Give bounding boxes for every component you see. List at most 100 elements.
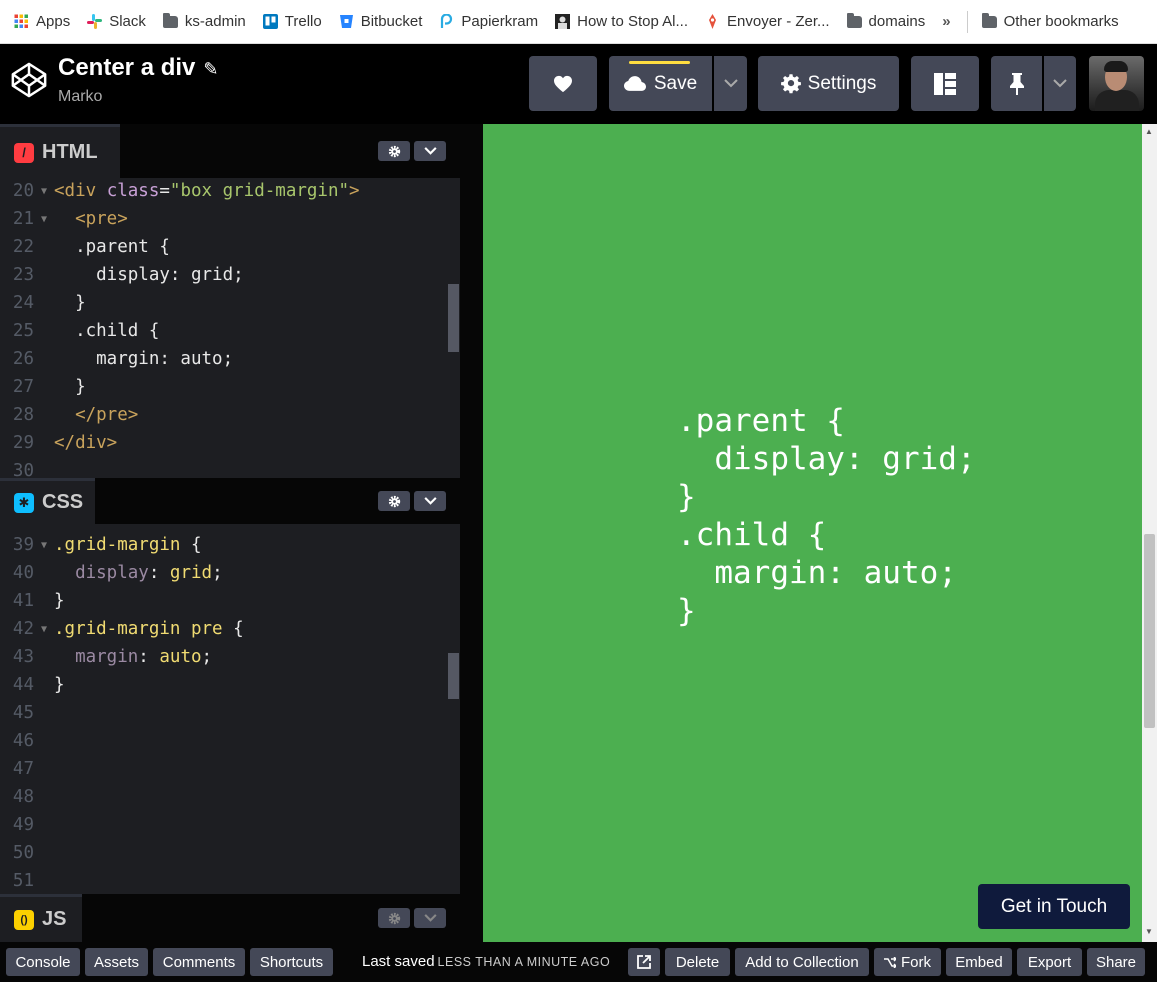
html-panel-header: / HTML [0,124,460,178]
js-collapse-button[interactable] [414,908,446,928]
tab-js[interactable]: () JS [0,894,82,942]
pen-title-text: Center a div [58,54,196,81]
tab-css[interactable]: ✱ CSS [0,478,95,524]
folder-icon [162,12,178,29]
open-external-button[interactable] [628,948,660,976]
code-token: class [106,181,160,201]
bookmark-item[interactable]: Slack [87,13,146,30]
bookmarks-list: Apps Slack ks-admin Trello Bitbucket Papierkr… [14,12,942,30]
code-token: <pre> [54,209,128,229]
bookmark-label: Trello [284,13,322,30]
js-panel-header: () JS [0,894,460,942]
edit-pencil-icon[interactable]: ✎ [203,59,218,80]
apps-grid-icon [14,14,29,29]
bookmark-item[interactable]: Bitbucket [339,13,423,30]
comments-button[interactable]: Comments [153,948,245,976]
css-editor-scrollbar[interactable] [448,653,459,699]
code-text: } [54,591,65,611]
code-text: </pre> [54,405,138,425]
code-token: </div> [54,433,118,453]
fork-button[interactable]: Fork [874,948,941,976]
folder-icon [981,12,997,29]
fork-icon [884,956,896,968]
fold-toggle-icon[interactable]: ▼ [34,214,54,225]
code-line: 40 display: grid; [0,559,223,587]
code-line: 28 </pre> [0,401,138,429]
code-line: 29 </div> [0,429,117,457]
bookmark-item[interactable]: Trello [262,13,322,30]
result-scrollbar-thumb[interactable] [1144,534,1155,728]
fold-toggle-icon[interactable]: ▼ [34,186,54,197]
html-editor-scrollbar[interactable] [448,284,459,352]
trello-icon [262,14,278,29]
change-view-button[interactable] [911,56,979,111]
bookmark-item[interactable]: Apps [14,13,70,30]
result-iframe[interactable]: .parent { display: grid; } .child { marg… [483,124,1142,942]
tab-html[interactable]: / HTML [0,124,120,178]
html-settings-button[interactable] [378,141,410,161]
code-token: ; [212,563,223,583]
bookmark-label: Bitbucket [360,13,423,30]
bookmark-label: Papierkram [461,13,539,30]
code-text: </div> [54,433,117,453]
code-token: grid [169,563,213,583]
bookmarks-overflow-button[interactable]: » [942,13,950,30]
gear-icon [388,145,400,157]
scroll-down-arrow-icon[interactable]: ▼ [1145,927,1153,936]
code-line: 49 [0,811,54,839]
save-options-dropdown[interactable] [714,56,747,111]
css-code-editor[interactable]: 39 ▼ .grid-margin {40 display: grid; 41} 42 ▼… [0,532,460,894]
fork-label: Fork [901,953,931,971]
css-collapse-button[interactable] [414,491,446,511]
line-number: 39 [12,535,34,555]
chevron-down-icon [423,497,437,505]
delete-button[interactable]: Delete [665,948,730,976]
chevron-down-icon [423,914,437,922]
result-scrollbar[interactable]: ▲ ▼ [1142,124,1157,942]
html-collapse-button[interactable] [414,141,446,161]
codepen-logo-icon[interactable] [10,61,48,99]
editor-resize-handle[interactable] [460,124,483,942]
pen-title[interactable]: Center a div ✎ [58,54,218,82]
js-settings-button[interactable] [378,908,410,928]
bookmark-item[interactable]: ks-admin [162,12,246,30]
html-code-editor[interactable]: 20 ▼ <div class="box grid-margin"> 21 ▼ <pre… [0,178,460,478]
bookmark-label: Apps [36,13,71,30]
code-text: margin: auto; [54,647,212,667]
gear-icon [780,73,801,93]
js-icon: () [14,909,34,930]
assets-button[interactable]: Assets [85,948,148,976]
code-line: 25 .child { [0,317,159,345]
other-bookmarks-folder[interactable]: Other bookmarks [981,12,1119,30]
code-token: display [54,563,149,583]
add-to-collection-button[interactable]: Add to Collection [735,948,869,976]
settings-button[interactable]: Settings [758,56,899,111]
save-button[interactable]: Save [609,56,712,111]
embed-button[interactable]: Embed [946,948,1012,976]
bitbucket-icon [339,14,354,29]
pen-owner[interactable]: Marko [58,88,102,106]
get-in-touch-button[interactable]: Get in Touch [978,884,1130,929]
bookmarks-separator [966,10,968,33]
line-number: 28 [12,405,34,425]
shortcuts-button[interactable]: Shortcuts [250,948,333,976]
bookmark-item[interactable]: domains [846,12,926,30]
bookmark-item[interactable]: Envoyer - Zer... [705,13,830,30]
code-text: .parent { [54,237,170,257]
fold-toggle-icon[interactable]: ▼ [34,624,54,635]
bookmark-item[interactable]: Papierkram [439,13,538,30]
export-button[interactable]: Export [1017,948,1082,976]
code-token: } [54,377,86,397]
scroll-up-arrow-icon[interactable]: ▲ [1145,127,1153,136]
share-button[interactable]: Share [1087,948,1145,976]
bookmark-label: domains [868,13,926,30]
last-saved-time: LESS THAN A MINUTE AGO [437,955,611,969]
pin-options-dropdown[interactable] [1044,56,1076,111]
fold-toggle-icon[interactable]: ▼ [34,540,54,551]
heart-button[interactable] [529,56,597,111]
user-avatar[interactable] [1089,56,1144,111]
bookmark-item[interactable]: How to Stop Al... [555,13,688,30]
css-settings-button[interactable] [378,491,410,511]
console-button[interactable]: Console [6,948,80,976]
pin-button[interactable] [991,56,1042,111]
